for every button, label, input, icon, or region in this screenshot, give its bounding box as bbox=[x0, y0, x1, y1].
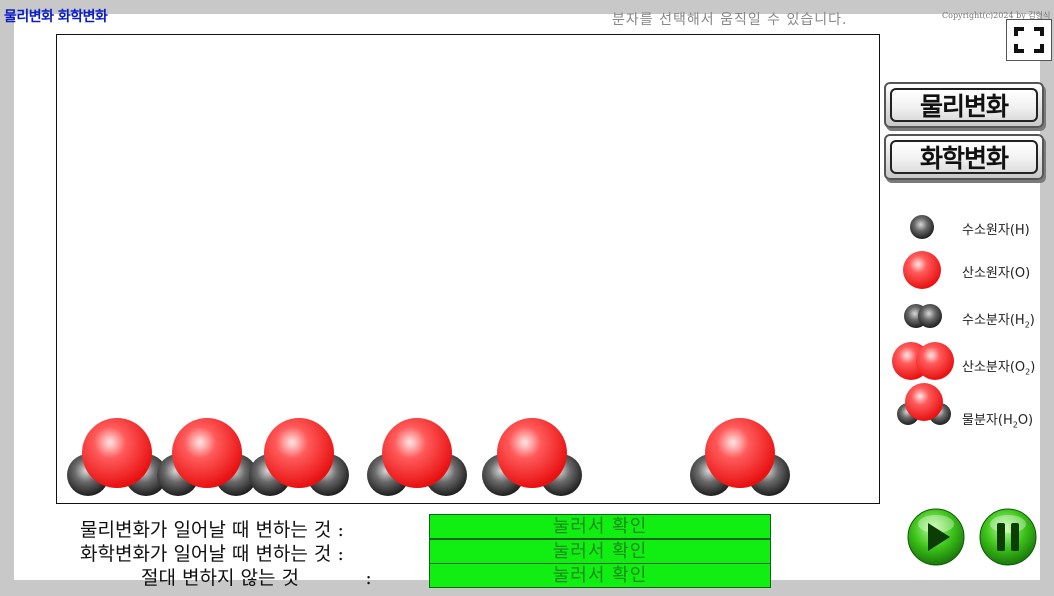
water-molecule[interactable] bbox=[482, 418, 582, 496]
water-molecule[interactable] bbox=[249, 418, 349, 496]
pause-icon bbox=[979, 508, 1037, 566]
molecule-layer bbox=[67, 418, 790, 496]
reveal-chemical-button[interactable]: 눌러서 확인 bbox=[429, 539, 771, 564]
water-molecule-icon bbox=[897, 383, 951, 425]
play-button[interactable] bbox=[907, 508, 965, 566]
reveal-invariant-button[interactable]: 눌러서 확인 bbox=[429, 563, 771, 588]
molecule-canvas[interactable] bbox=[56, 34, 880, 504]
fullscreen-button[interactable] bbox=[1006, 19, 1052, 61]
hydrogen-molecule-icon bbox=[904, 304, 942, 328]
legend-water-molecule: 물분자(H2O) bbox=[890, 380, 1050, 430]
app-title: 물리변화 화학변화 bbox=[4, 9, 108, 25]
legend-label: 산소원자(O) bbox=[962, 266, 1031, 281]
hydrogen-atom-icon bbox=[910, 215, 934, 239]
legend-label: 산소분자(O2) bbox=[962, 360, 1036, 377]
play-icon bbox=[907, 508, 965, 566]
legend-hydrogen-molecule: 수소분자(H2) bbox=[890, 295, 1050, 339]
water-molecule[interactable] bbox=[367, 418, 467, 496]
physical-change-button[interactable]: 물리변화 bbox=[884, 82, 1044, 128]
legend-hydrogen-atom: 수소원자(H) bbox=[890, 205, 1050, 249]
chemical-change-label: 화학변화 bbox=[890, 140, 1038, 174]
oxygen-atom-icon bbox=[903, 251, 941, 289]
water-molecule[interactable] bbox=[67, 418, 167, 496]
fullscreen-icon bbox=[1014, 27, 1044, 53]
pause-button[interactable] bbox=[979, 508, 1037, 566]
question-label-physical: 물리변화가 일어날 때 변하는 것 : bbox=[80, 519, 344, 541]
water-molecule[interactable] bbox=[690, 418, 790, 496]
legend-label: 물분자(H2O) bbox=[962, 413, 1034, 430]
question-label-chemical: 화학변화가 일어날 때 변하는 것 : bbox=[80, 543, 344, 565]
legend-oxygen-atom: 산소원자(O) bbox=[890, 248, 1050, 292]
legend-label: 수소분자(H2) bbox=[962, 313, 1035, 330]
chemical-change-button[interactable]: 화학변화 bbox=[884, 134, 1044, 180]
reveal-physical-button[interactable]: 눌러서 확인 bbox=[429, 514, 771, 539]
water-molecule[interactable] bbox=[157, 418, 257, 496]
legend-label: 수소원자(H) bbox=[962, 223, 1030, 238]
instruction-hint: 분자를 선택해서 움직일 수 있습니다. bbox=[612, 12, 848, 28]
physical-change-label: 물리변화 bbox=[890, 88, 1038, 122]
